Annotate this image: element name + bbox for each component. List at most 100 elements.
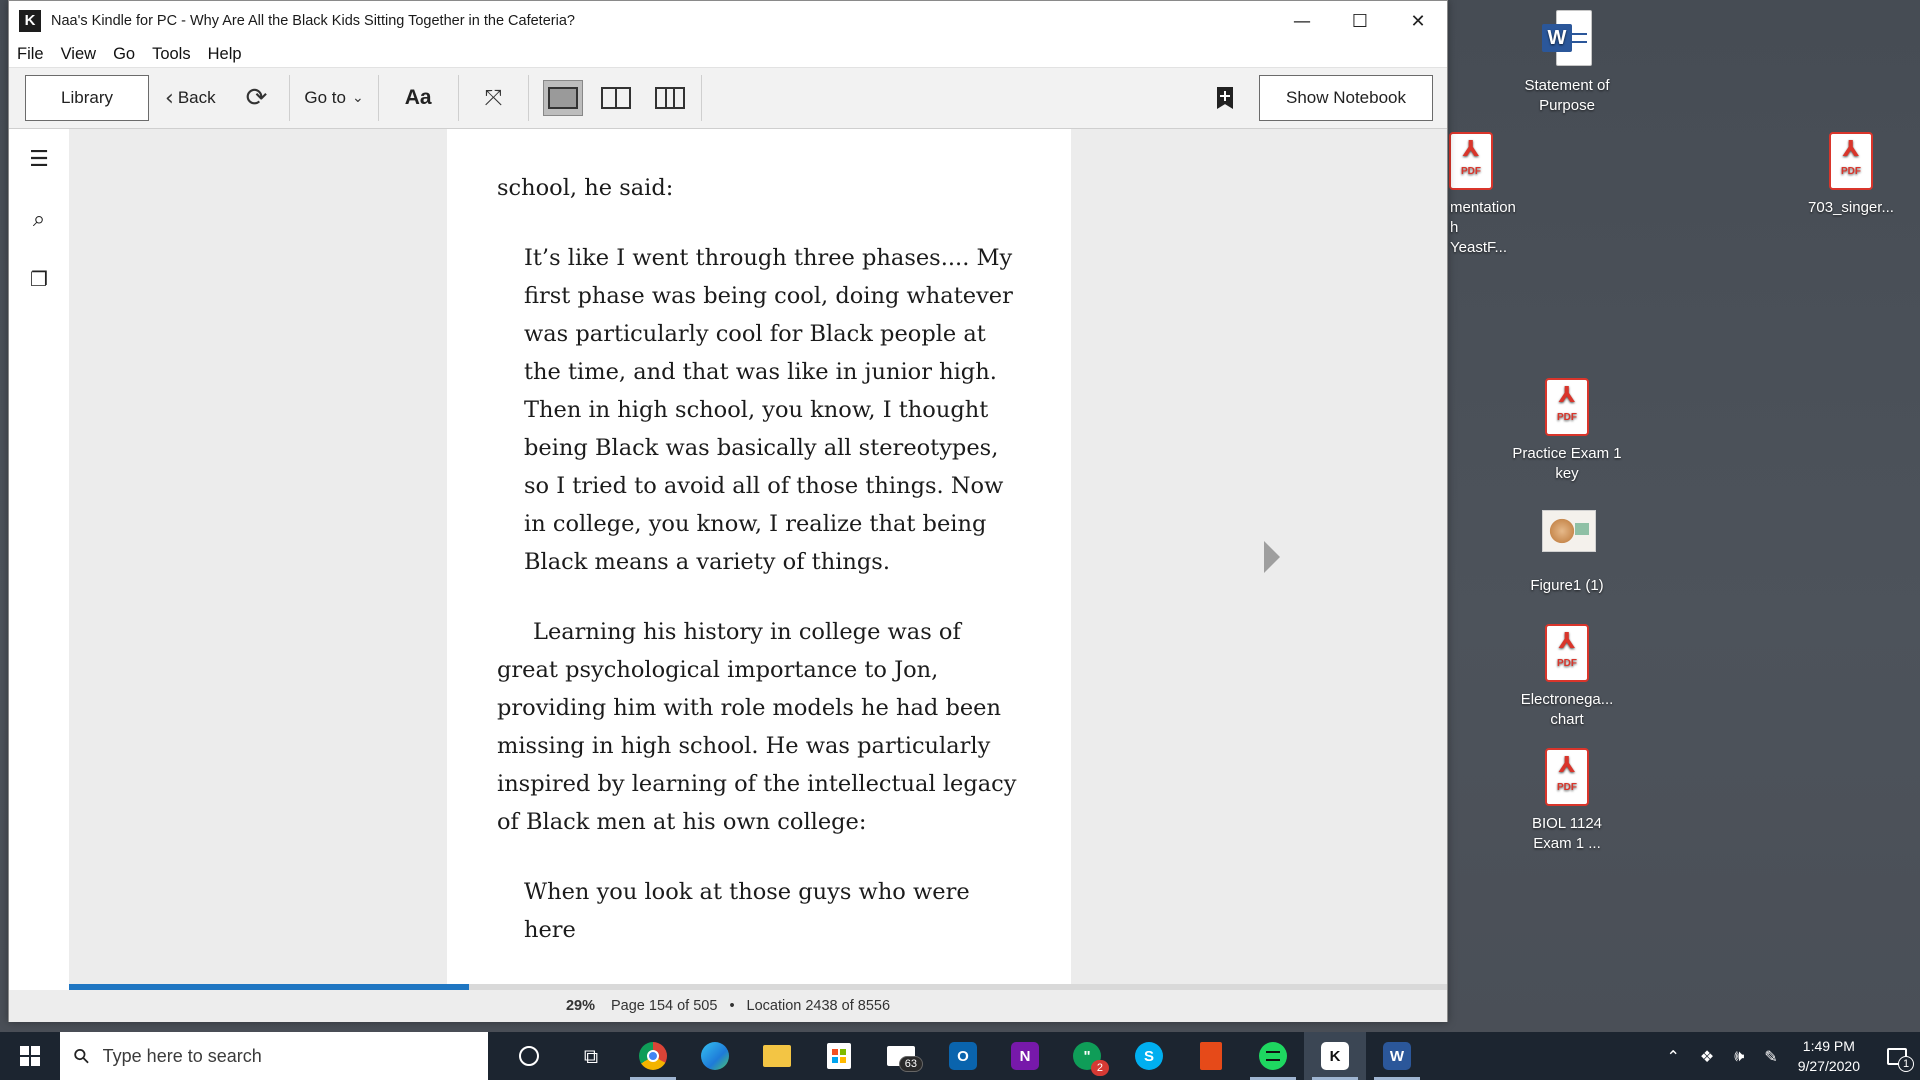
desktop-icon-figure1[interactable]: Figure1 (1) — [1512, 502, 1622, 596]
maximize-button[interactable]: ☐ — [1331, 1, 1389, 41]
taskbar-mail[interactable]: 63 — [870, 1032, 932, 1080]
toolbar-divider — [377, 75, 379, 121]
desktop-icon-electronegativity[interactable]: ⅄ PDF Electronega... chart — [1512, 624, 1622, 730]
taskbar-onenote[interactable]: N — [994, 1032, 1056, 1080]
volume-icon[interactable]: 🕪 — [1734, 1046, 1744, 1066]
table-of-contents-icon[interactable]: ☰ — [9, 129, 69, 189]
fullscreen-button[interactable]: ⤧ — [485, 86, 503, 111]
taskbar-hangouts[interactable]: " 2 — [1056, 1032, 1118, 1080]
desktop-icon-statement-of-purpose[interactable]: W Statement of Purpose — [1512, 10, 1622, 116]
library-label: Library — [61, 88, 113, 107]
search-icon: ⚲ — [67, 1042, 95, 1070]
pdf-file-icon: ⅄ PDF — [1829, 132, 1873, 190]
two-column-icon — [601, 87, 632, 109]
desktop-icon-biol-exam[interactable]: ⅄ PDF BIOL 1124 Exam 1 ... — [1512, 748, 1622, 854]
book-page: school, he said: It’s like I went throug… — [447, 129, 1071, 984]
location-indicator: Location 2438 of 8556 — [746, 998, 891, 1014]
desktop-icon-703-singer[interactable]: ⅄ PDF 703_singer... — [1796, 132, 1906, 218]
desktop-icon-practice-exam[interactable]: ⅄ PDF Practice Exam 1 key — [1512, 378, 1622, 484]
chevron-left-icon: ‹ — [165, 85, 174, 111]
toolbar-divider — [457, 75, 459, 121]
page-flip-view-button[interactable] — [655, 87, 686, 109]
reader-sidebar: ☰ ⌕ ❐ — [9, 129, 69, 989]
desktop-icon-label: BIOL 1124 Exam 1 ... — [1531, 815, 1603, 852]
taskbar-file-explorer[interactable] — [746, 1032, 808, 1080]
menu-bar: File View Go Tools Help — [9, 41, 1447, 67]
close-button[interactable]: ✕ — [1389, 1, 1447, 41]
task-view-icon: ⧉ — [583, 1044, 599, 1068]
mail-badge: 63 — [898, 1056, 923, 1072]
bookmark-button[interactable] — [1217, 87, 1233, 109]
desktop-icon-label: Statement of Purpose — [1524, 77, 1610, 114]
skype-icon: S — [1135, 1042, 1163, 1070]
reading-area: school, he said: It’s like I went throug… — [69, 129, 1447, 984]
show-hidden-icons-icon[interactable]: ⌃ — [1666, 1047, 1679, 1066]
cortana-button[interactable] — [498, 1032, 560, 1080]
menu-tools[interactable]: Tools — [152, 45, 191, 64]
font-settings-button[interactable]: Aa — [405, 86, 432, 110]
show-notebook-button[interactable]: Show Notebook — [1259, 75, 1433, 121]
taskbar-search-input[interactable]: ⚲ Type here to search — [60, 1032, 488, 1080]
toolbar-divider — [528, 75, 530, 121]
menu-help[interactable]: Help — [208, 45, 242, 64]
book-blockquote: It’s like I went through three phases...… — [524, 245, 1013, 575]
minimize-button[interactable]: — — [1273, 1, 1331, 41]
book-paragraph: Learning his history in college was of g… — [497, 619, 1017, 835]
taskbar-chrome[interactable] — [622, 1032, 684, 1080]
taskbar-outlook[interactable]: O — [932, 1032, 994, 1080]
page-indicator: Page 154 of 505 — [611, 998, 718, 1014]
book-blockquote: When you look at those guys who were her… — [524, 879, 970, 943]
menu-view[interactable]: View — [61, 45, 96, 64]
image-file-icon — [1542, 510, 1596, 552]
single-column-icon — [548, 87, 579, 109]
two-column-view-button[interactable] — [601, 87, 632, 109]
start-button[interactable] — [0, 1032, 60, 1080]
taskbar-spotify[interactable] — [1242, 1032, 1304, 1080]
taskbar-word[interactable]: W — [1366, 1032, 1428, 1080]
status-separator: • — [729, 998, 735, 1014]
menu-file[interactable]: File — [17, 45, 44, 64]
taskbar: ⚲ Type here to search ⧉ 63 O N " 2 S K W… — [0, 1032, 1920, 1080]
sync-button[interactable]: ⟳ — [246, 83, 268, 113]
word-file-icon: W — [1542, 10, 1592, 68]
next-page-arrow-icon[interactable] — [1264, 541, 1280, 573]
taskbar-edge[interactable] — [684, 1032, 746, 1080]
task-view-button[interactable]: ⧉ — [560, 1032, 622, 1080]
single-page-view-button[interactable] — [543, 80, 584, 116]
kindle-icon: K — [1321, 1042, 1349, 1070]
library-button[interactable]: Library — [25, 75, 149, 121]
clock-date: 9/27/2020 — [1797, 1058, 1860, 1074]
dropbox-icon[interactable]: ❖ — [1700, 1047, 1714, 1066]
hangouts-icon: " 2 — [1073, 1042, 1109, 1076]
taskbar-office[interactable] — [1180, 1032, 1242, 1080]
word-icon: W — [1383, 1042, 1411, 1070]
clock[interactable]: 1:49 PM 9/27/2020 — [1798, 1036, 1860, 1076]
windows-logo-icon — [20, 1046, 40, 1066]
system-tray: ⌃ ❖ 🕪 ✎ 1:49 PM 9/27/2020 1 — [1656, 1032, 1920, 1080]
action-center-button[interactable]: 1 — [1874, 1032, 1920, 1080]
show-notebook-label: Show Notebook — [1285, 88, 1407, 107]
back-button[interactable]: ‹ Back — [165, 86, 216, 111]
taskbar-kindle[interactable]: K — [1304, 1032, 1366, 1080]
desktop-icon-label: Electronega... chart — [1520, 691, 1614, 728]
search-icon[interactable]: ⌕ — [9, 189, 69, 249]
font-icon: Aa — [404, 86, 432, 109]
book-paragraph: school, he said: — [497, 175, 674, 201]
sync-icon: ⟳ — [245, 83, 268, 113]
outlook-icon: O — [949, 1042, 977, 1070]
chevron-down-icon: ⌄ — [352, 90, 364, 106]
onenote-icon: N — [1011, 1042, 1039, 1070]
pen-workspace-icon[interactable]: ✎ — [1764, 1047, 1777, 1066]
desktop-icon-label: 703_singer... — [1808, 199, 1894, 216]
taskbar-store[interactable] — [808, 1032, 870, 1080]
store-icon — [827, 1043, 851, 1069]
kindle-window: K Naa's Kindle for PC - Why Are All the … — [8, 0, 1448, 1022]
bookmark-add-icon — [1217, 87, 1233, 109]
menu-go[interactable]: Go — [113, 45, 135, 64]
edge-icon — [701, 1042, 729, 1070]
hangouts-badge: 2 — [1090, 1060, 1109, 1076]
taskbar-skype[interactable]: S — [1118, 1032, 1180, 1080]
flashcards-icon[interactable]: ❐ — [9, 249, 69, 309]
toolbar-divider — [701, 75, 703, 121]
goto-dropdown[interactable]: Go to ⌄ — [304, 88, 363, 108]
